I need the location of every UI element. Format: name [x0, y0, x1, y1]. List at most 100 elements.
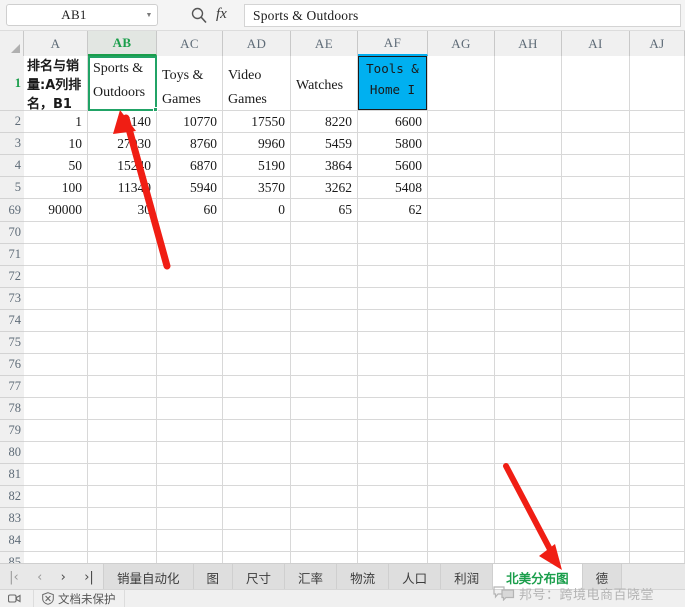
row-header-74[interactable]: 74 [0, 310, 24, 332]
cell-ac2[interactable]: 10770 [157, 111, 222, 132]
grid-hline [24, 309, 685, 310]
cell-ae2[interactable]: 8220 [291, 111, 357, 132]
column-header-af[interactable]: AF [358, 31, 428, 56]
row-header-81[interactable]: 81 [0, 464, 24, 486]
cell-ae1[interactable]: Watches [291, 56, 357, 110]
row-header-84[interactable]: 84 [0, 530, 24, 552]
cell-ad3[interactable]: 9960 [223, 133, 290, 154]
next-sheet-icon[interactable]: › [59, 570, 68, 585]
sheet-tab-4[interactable]: 汇率 [285, 564, 338, 590]
cell-a2[interactable]: 1 [24, 111, 87, 132]
cell-ae69[interactable]: 65 [291, 199, 357, 221]
sheet-tab-7[interactable]: 利润 [441, 564, 494, 590]
cell-a69[interactable]: 90000 [24, 199, 87, 221]
sheet-tab-5[interactable]: 物流 [337, 564, 390, 590]
row-header-78[interactable]: 78 [0, 398, 24, 420]
column-header-ag[interactable]: AG [428, 31, 495, 56]
cell-af4[interactable]: 5600 [358, 155, 427, 176]
column-header-ae[interactable]: AE [291, 31, 358, 56]
grid-hline [24, 243, 685, 244]
row-header-82[interactable]: 82 [0, 486, 24, 508]
cell-af2[interactable]: 6600 [358, 111, 427, 132]
column-header-ab[interactable]: AB [88, 31, 157, 56]
column-header-ah[interactable]: AH [495, 31, 562, 56]
row-header-75[interactable]: 75 [0, 332, 24, 354]
grid-hline [24, 375, 685, 376]
cell-af1[interactable]: Tools & Home I [358, 56, 427, 110]
grid-hline [24, 419, 685, 420]
first-sheet-icon[interactable]: |‹ [7, 570, 21, 585]
cell-ad5[interactable]: 3570 [223, 177, 290, 198]
row-header-1[interactable]: 1 [0, 56, 24, 111]
sheet-tab-2[interactable]: 图 [193, 564, 234, 590]
cell-a4[interactable]: 50 [24, 155, 87, 176]
search-magnifier-icon[interactable] [190, 6, 208, 24]
row-header-71[interactable]: 71 [0, 244, 24, 266]
grid-area[interactable]: 123456970717273747576777879808182838485 8… [0, 56, 685, 563]
cell-ac5[interactable]: 5940 [157, 177, 222, 198]
select-all-corner[interactable] [0, 31, 24, 56]
row-header-80[interactable]: 80 [0, 442, 24, 464]
chat-bubbles-icon [493, 586, 515, 601]
row-header-4[interactable]: 4 [0, 155, 24, 177]
row-header-83[interactable]: 83 [0, 508, 24, 530]
cell-ab69[interactable]: 30 [88, 199, 156, 221]
cell-ab5[interactable]: 11340 [88, 177, 156, 198]
column-header-aj[interactable]: AJ [630, 31, 685, 56]
document-protection-label: 文档未保护 [58, 591, 116, 606]
cell-ac69[interactable]: 60 [157, 199, 222, 221]
sheet-tab-6[interactable]: 人口 [389, 564, 442, 590]
cell-a1[interactable]: 排名与销量:A列排名，B1行… [24, 56, 87, 110]
cell-ad69[interactable]: 0 [223, 199, 290, 221]
cell-ab4[interactable]: 15240 [88, 155, 156, 176]
cell-a3[interactable]: 10 [24, 133, 87, 154]
grid-hline [24, 353, 685, 354]
document-protection-status[interactable]: 文档未保护 [34, 590, 125, 607]
formula-input[interactable]: Sports & Outdoors [244, 4, 681, 27]
formula-input-value: Sports & Outdoors [253, 7, 359, 23]
column-header-a[interactable]: A [24, 31, 88, 56]
row-header-79[interactable]: 79 [0, 420, 24, 442]
last-sheet-icon[interactable]: ›| [82, 570, 96, 585]
cell-ac1[interactable]: Toys & Games [157, 56, 222, 110]
cell-ab2[interactable]: 45140 [88, 111, 156, 132]
cell-ae4[interactable]: 3864 [291, 155, 357, 176]
cell-ac4[interactable]: 6870 [157, 155, 222, 176]
cell-a5[interactable]: 100 [24, 177, 87, 198]
row-header-72[interactable]: 72 [0, 266, 24, 288]
cell-af69[interactable]: 62 [358, 199, 427, 221]
cell-ad4[interactable]: 5190 [223, 155, 290, 176]
row-header-85[interactable]: 85 [0, 552, 24, 563]
grid-hline [24, 287, 685, 288]
formula-bar: AB1 ▼ fx Sports & Outdoors [0, 0, 685, 31]
column-header-ad[interactable]: AD [223, 31, 291, 56]
column-header-ac[interactable]: AC [157, 31, 223, 56]
cell-ae5[interactable]: 3262 [291, 177, 357, 198]
name-box[interactable]: AB1 ▼ [6, 4, 158, 26]
sheet-tab-3[interactable]: 尺寸 [233, 564, 286, 590]
sheet-tab-1[interactable]: 销量自动化 [104, 564, 194, 590]
row-header-69[interactable]: 69 [0, 199, 24, 222]
record-macro-button[interactable] [0, 590, 34, 607]
row-header-70[interactable]: 70 [0, 222, 24, 244]
chevron-down-icon[interactable]: ▼ [141, 12, 157, 19]
row-header-5[interactable]: 5 [0, 177, 24, 199]
row-header-73[interactable]: 73 [0, 288, 24, 310]
row-header-3[interactable]: 3 [0, 133, 24, 155]
row-header-77[interactable]: 77 [0, 376, 24, 398]
row-header-76[interactable]: 76 [0, 354, 24, 376]
cell-af3[interactable]: 5800 [358, 133, 427, 154]
grid-hline [24, 331, 685, 332]
cell-ad2[interactable]: 17550 [223, 111, 290, 132]
row-header-column: 1234569707172737475767778798081828384858… [0, 56, 24, 563]
cell-ae3[interactable]: 5459 [291, 133, 357, 154]
cell-ad1[interactable]: Video Games [223, 56, 290, 110]
cell-ab1[interactable]: Sports & Outdoors [88, 56, 156, 110]
fx-insert-function-icon[interactable]: fx [216, 6, 227, 23]
prev-sheet-icon[interactable]: ‹ [35, 570, 44, 585]
column-header-ai[interactable]: AI [562, 31, 630, 56]
cell-ac3[interactable]: 8760 [157, 133, 222, 154]
row-header-2[interactable]: 2 [0, 111, 24, 133]
cell-ab3[interactable]: 27030 [88, 133, 156, 154]
cell-af5[interactable]: 5408 [358, 177, 427, 198]
